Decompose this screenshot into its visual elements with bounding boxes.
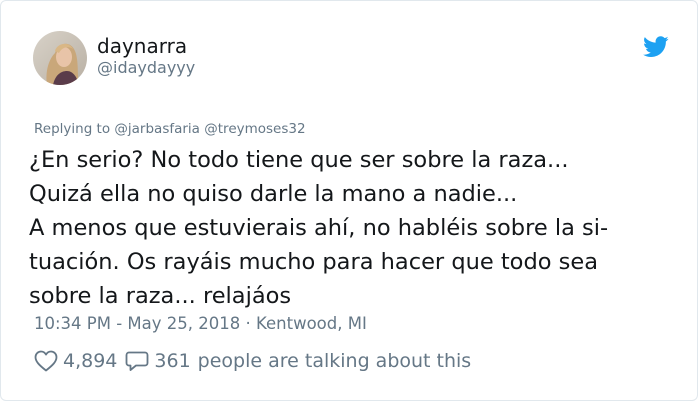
tweet-line: ¿En serio? No todo tiene que ser sobre l…: [29, 147, 569, 173]
mention-link[interactable]: @jarbasfaria: [114, 121, 200, 137]
tweet-text: ¿En serio? No todo tiene que ser sobre l…: [29, 143, 679, 313]
display-name[interactable]: daynarra: [97, 35, 187, 57]
reply-count[interactable]: 361: [154, 350, 190, 372]
tweet-line: A menos que estuvierais ahí, no habléis …: [29, 215, 609, 241]
like-count[interactable]: 4,894: [63, 350, 117, 372]
replying-to-label: Replying to: [34, 121, 111, 137]
tweet-actions: 4,894 361 people are talking about this: [34, 348, 471, 374]
speech-bubble-icon[interactable]: [125, 350, 149, 372]
tweet-card: daynarra @idaydayyy Replying to @jarbasf…: [0, 0, 698, 401]
tweet-timestamp-location[interactable]: 10:34 PM - May 25, 2018 · Kentwood, MI: [34, 314, 367, 334]
heart-icon[interactable]: [34, 350, 58, 372]
tweet-line: Quizá ella no quiso darle la mano a nadi…: [29, 181, 518, 207]
mention-link[interactable]: @treymoses32: [204, 121, 305, 137]
avatar[interactable]: [33, 31, 87, 85]
user-handle[interactable]: @idaydayyy: [97, 59, 195, 77]
tweet-line: tuación. Os rayáis mucho para hacer que …: [29, 249, 599, 275]
tweet-line: sobre la raza... relajáos: [29, 283, 292, 309]
twitter-bird-icon[interactable]: [643, 36, 669, 58]
talking-about-text[interactable]: people are talking about this: [198, 350, 472, 372]
reply-context: Replying to @jarbasfaria @treymoses32: [34, 121, 306, 138]
